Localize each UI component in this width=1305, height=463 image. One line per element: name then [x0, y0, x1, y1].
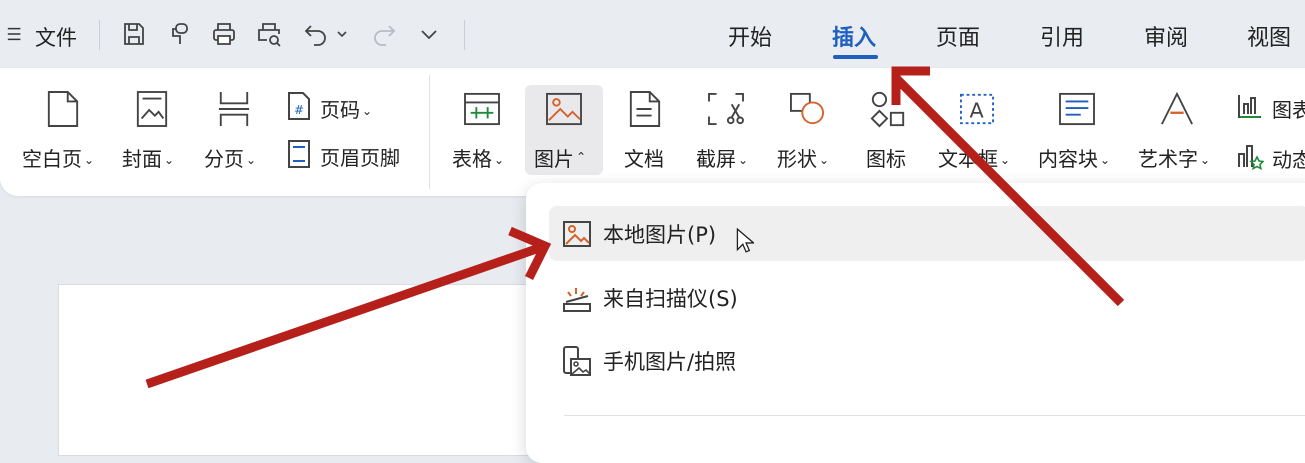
format-painter-icon[interactable]	[164, 0, 196, 68]
tab-review[interactable]: 审阅	[1144, 20, 1188, 52]
blank-page-button[interactable]: 空白页 ⌄	[20, 86, 104, 178]
menu-divider	[564, 415, 1305, 416]
hamburger-menu-icon[interactable]	[4, 0, 26, 68]
document-page[interactable]	[58, 284, 540, 456]
menu-item-label: 本地图片(P)	[603, 222, 717, 247]
local-image-icon	[563, 220, 591, 247]
title-bar: 文件 开始 插入 页面 引用 审阅 视图	[0, 0, 1305, 68]
scanner-icon	[563, 287, 591, 312]
svg-text:#: #	[294, 103, 304, 117]
cover-button[interactable]: 封面 ⌄	[120, 86, 186, 178]
tab-view[interactable]: 视图	[1247, 20, 1291, 52]
active-tab-indicator	[833, 55, 878, 59]
picture-label: 图片	[534, 147, 574, 171]
content-block-icon	[1059, 92, 1095, 126]
page-number-icon: #	[288, 92, 310, 120]
mouse-cursor-icon	[736, 227, 755, 253]
menu-item-phone-image[interactable]: 手机图片/拍照	[549, 333, 1305, 388]
menu-item-local-image[interactable]: 本地图片(P)	[549, 206, 1305, 261]
document-icon	[629, 91, 661, 127]
dynamic-chart-icon	[1238, 145, 1264, 170]
tab-insert[interactable]: 插入	[832, 20, 876, 52]
chart-label: 图表	[1272, 98, 1305, 122]
shapes-label: 形状	[777, 147, 817, 171]
chart-icon	[1238, 95, 1261, 118]
file-menu[interactable]: 文件	[35, 22, 77, 52]
print-preview-icon[interactable]	[253, 0, 285, 68]
divider	[464, 20, 465, 50]
divider	[99, 20, 100, 50]
icons-gallery-icon	[870, 91, 905, 128]
table-label: 表格	[452, 147, 492, 171]
page-break-icon	[218, 92, 250, 126]
icons-label: 图标	[866, 147, 906, 171]
screenshot-button[interactable]: 截屏 ⌄	[694, 86, 758, 178]
undo-icon[interactable]	[300, 0, 332, 68]
tab-page[interactable]: 页面	[936, 20, 980, 52]
shapes-button[interactable]: 形状 ⌄	[775, 86, 839, 178]
print-icon[interactable]	[208, 0, 240, 68]
word-art-button[interactable]: 艺术字 ⌄	[1136, 86, 1222, 178]
menu-item-scanner[interactable]: 来自扫描仪(S)	[549, 270, 1305, 325]
page-break-button[interactable]: 分页 ⌄	[202, 86, 268, 178]
header-footer-label: 页眉页脚	[320, 146, 400, 170]
redo-icon[interactable]	[368, 0, 400, 68]
table-icon	[464, 92, 500, 126]
table-button[interactable]: 表格 ⌄	[448, 86, 518, 178]
content-block-label: 内容块	[1038, 147, 1098, 171]
dynamic-chart-button[interactable]: 动态	[1236, 138, 1305, 178]
document-label: 文档	[624, 147, 664, 171]
word-art-icon	[1161, 92, 1193, 125]
picture-button[interactable]: 图片 ⌄	[528, 86, 600, 178]
menu-item-label: 来自扫描仪(S)	[603, 286, 738, 311]
chart-button[interactable]: 图表	[1236, 88, 1305, 128]
screenshot-label: 截屏	[696, 147, 736, 171]
text-box-button[interactable]: A 文本框 ⌄	[936, 86, 1022, 178]
tab-start[interactable]: 开始	[728, 20, 772, 52]
shapes-icon	[790, 92, 824, 125]
page-number-label: 页码	[320, 98, 360, 122]
page-break-label: 分页	[204, 147, 244, 171]
page-number-button[interactable]: # 页码 ⌄	[284, 88, 404, 126]
picture-icon	[546, 92, 582, 126]
word-art-label: 艺术字	[1138, 147, 1198, 171]
phone-image-icon	[563, 345, 591, 376]
header-footer-icon	[288, 140, 310, 168]
ribbon-divider	[429, 75, 430, 189]
text-box-icon: A	[960, 93, 994, 125]
save-icon[interactable]	[118, 0, 150, 68]
dynamic-chart-label: 动态	[1272, 148, 1305, 172]
content-block-button[interactable]: 内容块 ⌄	[1036, 86, 1122, 178]
icons-button[interactable]: 图标	[860, 86, 916, 178]
document-button[interactable]: 文档	[618, 86, 674, 178]
tab-references[interactable]: 引用	[1040, 20, 1084, 52]
text-box-label: 文本框	[938, 147, 998, 171]
undo-dropdown-chevron-icon[interactable]	[334, 0, 350, 68]
menu-item-label: 手机图片/拍照	[603, 349, 737, 374]
screenshot-icon	[708, 92, 744, 126]
cover-icon	[136, 91, 168, 127]
blank-page-icon	[47, 91, 79, 127]
header-footer-button[interactable]: 页眉页脚	[284, 136, 414, 176]
blank-page-label: 空白页	[22, 147, 82, 171]
svg-text:A: A	[969, 99, 984, 123]
cover-label: 封面	[122, 147, 162, 171]
more-icon[interactable]	[414, 0, 444, 68]
